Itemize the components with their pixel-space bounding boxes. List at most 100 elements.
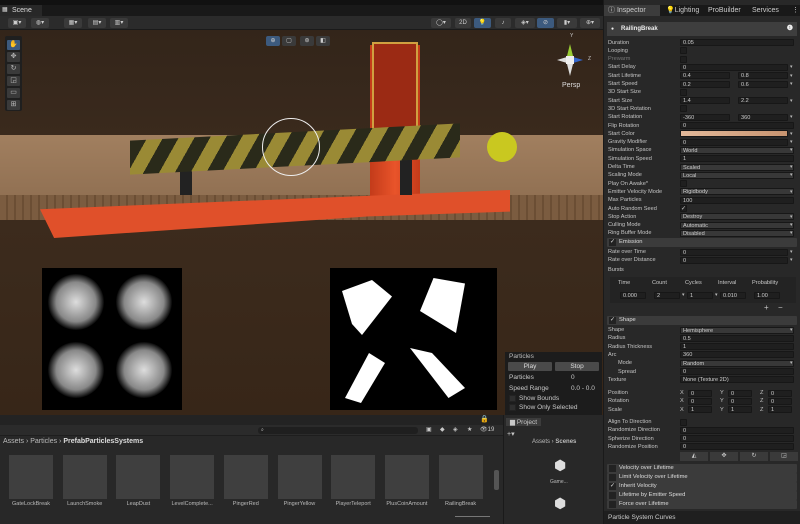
hidden-objects-icon[interactable]: ⊘: [537, 18, 554, 28]
snap-settings-dropdown[interactable]: ▥▾: [110, 18, 128, 28]
toggle-2d-button[interactable]: 2D: [455, 18, 471, 28]
gizmos-dropdown[interactable]: ⊕▾: [580, 18, 600, 28]
checkbox[interactable]: [680, 418, 687, 426]
chevron-down-icon[interactable]: ▾: [790, 138, 793, 146]
module-checkbox[interactable]: ✓: [609, 482, 616, 490]
unity-scene-icon[interactable]: ⬢: [554, 495, 566, 512]
dropdown[interactable]: Scaled: [680, 163, 794, 171]
module-checkbox[interactable]: [609, 491, 616, 499]
pivot-dropdown[interactable]: ◍▾: [31, 18, 49, 28]
value-min-field[interactable]: 1.4: [680, 97, 730, 105]
dropdown[interactable]: Automatic: [680, 221, 794, 229]
dropdown[interactable]: Local: [680, 171, 794, 179]
remove-burst-button[interactable]: −: [778, 304, 788, 312]
rect-tool-icon[interactable]: ▭: [7, 88, 20, 98]
y-field[interactable]: 0: [728, 389, 752, 397]
value-field[interactable]: 0: [680, 435, 794, 443]
y-field[interactable]: 1: [728, 406, 752, 414]
value-min-field[interactable]: -360: [680, 113, 730, 121]
rotate-gizmo[interactable]: [262, 118, 320, 176]
perspective-label[interactable]: Persp: [562, 82, 580, 89]
value-max-field[interactable]: 2.2: [738, 97, 788, 105]
chevron-down-icon[interactable]: ▾: [682, 291, 685, 299]
value-field[interactable]: None (Texture 2D): [680, 376, 794, 384]
x-field[interactable]: 0: [688, 389, 712, 397]
dropdown[interactable]: World: [680, 146, 794, 154]
module-header[interactable]: ✓ Inherit Velocity: [607, 481, 797, 491]
asset-tile[interactable]: [438, 455, 483, 499]
checkbox[interactable]: [680, 47, 687, 55]
asset-tile[interactable]: [331, 455, 376, 499]
move-view-icon[interactable]: ⊕: [266, 36, 280, 46]
chevron-down-icon[interactable]: ▾: [790, 63, 793, 71]
value-field[interactable]: 0: [680, 248, 788, 256]
chevron-down-icon[interactable]: ▾: [715, 291, 718, 299]
burst-value[interactable]: 2: [654, 291, 680, 299]
value-field[interactable]: 0: [680, 443, 794, 451]
emission-module-header[interactable]: ✓ Emission: [607, 238, 797, 247]
transform-tool-icon[interactable]: ⊞: [7, 100, 20, 110]
show-bounds-checkbox[interactable]: Show Bounds: [509, 395, 559, 402]
tab-services[interactable]: Services: [748, 5, 788, 16]
scale-tool-icon[interactable]: ◲: [7, 76, 20, 86]
asset-tile[interactable]: [170, 455, 215, 499]
move-shape-icon[interactable]: ✥: [710, 452, 738, 461]
x-field[interactable]: 1: [688, 406, 712, 414]
chevron-down-icon[interactable]: ▾: [790, 97, 793, 105]
module-checkbox[interactable]: ✓: [609, 239, 616, 246]
chevron-down-icon[interactable]: ▾: [790, 72, 793, 80]
play-button[interactable]: Play: [508, 362, 552, 371]
add-burst-button[interactable]: +: [764, 304, 774, 312]
shape-module-header[interactable]: ✓ Shape: [607, 316, 797, 325]
component-header[interactable]: ● RailingBreak ❶: [607, 22, 797, 36]
dropdown[interactable]: Random: [680, 359, 794, 367]
burst-value[interactable]: 1: [687, 291, 713, 299]
asset-search-input[interactable]: ⌕: [258, 427, 418, 434]
audio-toggle-icon[interactable]: ♪: [495, 18, 511, 28]
tab-probuilder[interactable]: ProBuilder: [704, 5, 745, 16]
dropdown[interactable]: Destroy: [680, 213, 794, 221]
tab-inspector[interactable]: ⓘ Inspector: [604, 5, 660, 16]
filter-type-icon[interactable]: ▣: [426, 426, 432, 433]
module-checkbox[interactable]: [609, 473, 616, 481]
burst-value-field[interactable]: 2 ▾: [654, 291, 685, 299]
checkbox[interactable]: [680, 180, 687, 188]
scene-viewport[interactable]: ⊕ ▢ ⊛ ◧ ✋ ✥ ↻ ◲ ▭ ⊞ Y Z Persp Particles …: [0, 30, 603, 415]
value-field[interactable]: 0.05: [680, 39, 794, 46]
hand-tool-icon[interactable]: ✋: [7, 40, 20, 50]
breadcrumb-item[interactable]: Particles: [30, 438, 57, 445]
increment-snap-dropdown[interactable]: ▤▾: [88, 18, 106, 28]
asset-tile[interactable]: [223, 455, 268, 499]
color-field[interactable]: [680, 130, 788, 138]
value-max-field[interactable]: 0.6: [738, 80, 788, 88]
value-field[interactable]: 0: [680, 63, 788, 71]
checkbox[interactable]: ✓: [680, 205, 687, 212]
value-field[interactable]: 100: [680, 196, 794, 204]
rotate-tool-icon[interactable]: ↻: [7, 64, 20, 74]
rotate-shape-icon[interactable]: ↻: [740, 452, 768, 461]
x-field[interactable]: 0: [688, 397, 712, 405]
edit-shape-icon[interactable]: ◭: [680, 452, 708, 461]
value-min-field[interactable]: 0.2: [680, 80, 730, 88]
value-field[interactable]: 0.5: [680, 334, 794, 342]
filter-label-icon[interactable]: ◆: [440, 426, 445, 433]
value-field[interactable]: 0: [680, 122, 794, 129]
value-field[interactable]: 1: [680, 155, 794, 163]
module-checkbox[interactable]: [609, 465, 616, 472]
tool-handle-dropdown[interactable]: ▣▾: [8, 18, 26, 28]
scale-shape-icon[interactable]: ◲: [770, 452, 798, 461]
cube-view-icon[interactable]: ◧: [316, 36, 330, 46]
tab-scene[interactable]: Scene: [0, 5, 42, 16]
effects-dropdown[interactable]: ◈▾: [515, 18, 535, 28]
chevron-down-icon[interactable]: ▾: [790, 256, 793, 264]
rect-view-icon[interactable]: ▢: [282, 36, 296, 46]
burst-value[interactable]: 0.000: [620, 291, 646, 299]
show-only-selected-checkbox[interactable]: Show Only Selected: [509, 404, 578, 411]
unity-scene-icon[interactable]: ⬢: [554, 457, 566, 474]
y-field[interactable]: 0: [728, 397, 752, 405]
value-field[interactable]: 0: [680, 426, 794, 434]
module-checkbox[interactable]: ✓: [609, 317, 616, 324]
tag-icon[interactable]: ◈: [453, 426, 458, 433]
zoom-slider[interactable]: [455, 516, 490, 517]
burst-value-field[interactable]: 0.000: [620, 291, 648, 299]
